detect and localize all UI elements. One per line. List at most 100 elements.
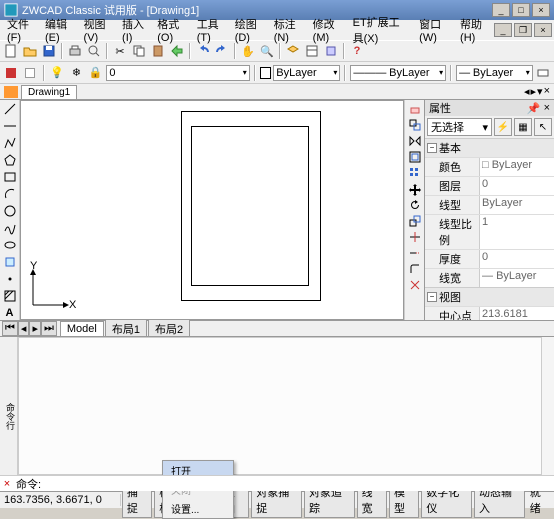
array-icon[interactable] (408, 166, 422, 180)
rotate-icon[interactable] (408, 198, 422, 212)
drawing-canvas[interactable]: YX (20, 100, 404, 320)
tab-first-icon[interactable]: ⏮ (2, 321, 18, 336)
linetype-combo[interactable]: ——— ByLayer▾ (350, 65, 446, 81)
command-area: 命令行 打开 关闭 设置... × 命令: (0, 336, 554, 491)
model-layout-tabs: ⏮ ◂ ▸ ⏭ Model 布局1 布局2 (0, 320, 554, 336)
arc-icon[interactable] (2, 187, 18, 202)
print-icon[interactable] (66, 42, 84, 60)
drawing-tabs: Drawing1 ◂ ▸ ▾ × (0, 84, 554, 100)
selection-combo[interactable]: 无选择▾ (427, 118, 492, 136)
props-close-icon[interactable]: × (541, 102, 550, 114)
tab-back-icon[interactable]: ◂ (18, 321, 30, 336)
preview-icon[interactable] (85, 42, 103, 60)
explode-icon[interactable] (408, 278, 422, 292)
command-side-label: 命令行 (0, 337, 18, 491)
color-swatch[interactable] (260, 67, 272, 79)
color-white-icon[interactable] (21, 64, 38, 82)
lineweight-combo[interactable]: — ByLayer▾ (456, 65, 533, 81)
props-icon[interactable] (303, 42, 321, 60)
props-grid: −基本 颜色□ ByLayer 图层0 线型ByLayer 线型比例1 厚度0 … (425, 138, 554, 320)
tab-next[interactable]: ▸ (531, 85, 537, 98)
cat-view[interactable]: −视图 (425, 287, 554, 306)
close-button[interactable]: × (532, 3, 550, 17)
move-icon[interactable] (408, 182, 422, 196)
layer-combo[interactable]: 0▾ (106, 65, 249, 81)
svg-text:Y: Y (30, 261, 38, 272)
new-icon[interactable] (2, 42, 20, 60)
zoom-icon[interactable]: 🔍 (258, 42, 276, 60)
pan-icon[interactable]: ✋ (239, 42, 257, 60)
point-icon[interactable] (2, 271, 18, 286)
mdi-close[interactable]: × (534, 23, 552, 37)
undo-icon[interactable] (194, 42, 212, 60)
drawing-tab[interactable]: Drawing1 (21, 85, 77, 99)
redo-icon[interactable] (213, 42, 231, 60)
props-pin-icon[interactable]: 📌 (527, 102, 541, 115)
fillet-icon[interactable] (408, 262, 422, 276)
mdi-minimize[interactable]: _ (494, 23, 512, 37)
tool-icon[interactable] (322, 42, 340, 60)
quickselect-icon[interactable]: ⚡ (494, 118, 512, 136)
trim-icon[interactable] (408, 230, 422, 244)
bulb-icon[interactable]: 💡 (49, 64, 66, 82)
xline-icon[interactable] (2, 119, 18, 134)
ellipse-icon[interactable] (2, 237, 18, 252)
pickadd-icon[interactable]: ▦ (514, 118, 532, 136)
erase-icon[interactable] (408, 102, 422, 116)
cat-basic[interactable]: −基本 (425, 138, 554, 157)
polygon-icon[interactable] (2, 153, 18, 168)
tab-controls: ◂ ▸ ▾ × (524, 85, 550, 98)
hatch-icon[interactable] (2, 288, 18, 303)
menu-window[interactable]: 窗口(W) (414, 14, 455, 46)
selectobj-icon[interactable]: ↖ (534, 118, 552, 136)
save-icon[interactable] (40, 42, 58, 60)
ucs-icon: YX (27, 261, 77, 311)
mirror-icon[interactable] (408, 134, 422, 148)
offset-icon[interactable] (408, 150, 422, 164)
open-icon[interactable] (21, 42, 39, 60)
insert-icon[interactable] (2, 254, 18, 269)
mdi-restore[interactable]: ❐ (514, 23, 532, 37)
window-controls: _ □ × (492, 3, 550, 17)
command-input[interactable] (43, 478, 554, 490)
maximize-button[interactable]: □ (512, 3, 530, 17)
copy-icon[interactable] (130, 42, 148, 60)
color-combo[interactable]: ByLayer▾ (273, 65, 340, 81)
help-icon[interactable]: ? (348, 42, 366, 60)
color-red-icon[interactable] (2, 64, 19, 82)
extend-icon[interactable] (408, 246, 422, 260)
circle-icon[interactable] (2, 204, 18, 219)
coord-display[interactable]: 163.7356, 3.6671, 0 (0, 494, 121, 506)
rect-icon[interactable] (2, 170, 18, 185)
tab-close[interactable]: × (544, 85, 550, 98)
paste-icon[interactable] (149, 42, 167, 60)
scale-icon[interactable] (408, 214, 422, 228)
spline-icon[interactable] (2, 220, 18, 235)
svg-text:X: X (69, 299, 77, 311)
draw-toolbar: A (0, 100, 20, 320)
main-area: A YX 属性 📌 × 无选择▾ ⚡ ▦ ↖ (0, 100, 554, 320)
tab-last-icon[interactable]: ⏭ (41, 321, 57, 336)
props-title: 属性 (429, 100, 451, 116)
freeze-icon[interactable]: ❄ (68, 64, 85, 82)
tab-prev[interactable]: ◂ (524, 85, 530, 98)
command-history[interactable] (18, 337, 542, 475)
pline-icon[interactable] (2, 136, 18, 151)
lw-icon[interactable] (535, 64, 552, 82)
cut-icon[interactable]: ✂ (111, 42, 129, 60)
cmd-prompt: 命令: (14, 476, 43, 492)
tab-list[interactable]: ▾ (537, 85, 543, 98)
menu-help[interactable]: 帮助(H) (455, 14, 494, 46)
model-tab[interactable]: Model (60, 321, 104, 337)
cmd-cancel-icon[interactable]: × (0, 478, 14, 490)
copy2-icon[interactable] (408, 118, 422, 132)
line-icon[interactable] (2, 102, 18, 117)
layer-icon[interactable] (284, 42, 302, 60)
lock-icon[interactable]: 🔒 (87, 64, 104, 82)
text-icon[interactable]: A (2, 305, 18, 320)
menu-bar: 文件(F) 编辑(E) 视图(V) 插入(I) 格式(O) 工具(T) 绘图(D… (0, 20, 554, 40)
tab-fwd-icon[interactable]: ▸ (29, 321, 41, 336)
match-icon[interactable] (168, 42, 186, 60)
props-header: 属性 📌 × (425, 100, 554, 116)
minimize-button[interactable]: _ (492, 3, 510, 17)
